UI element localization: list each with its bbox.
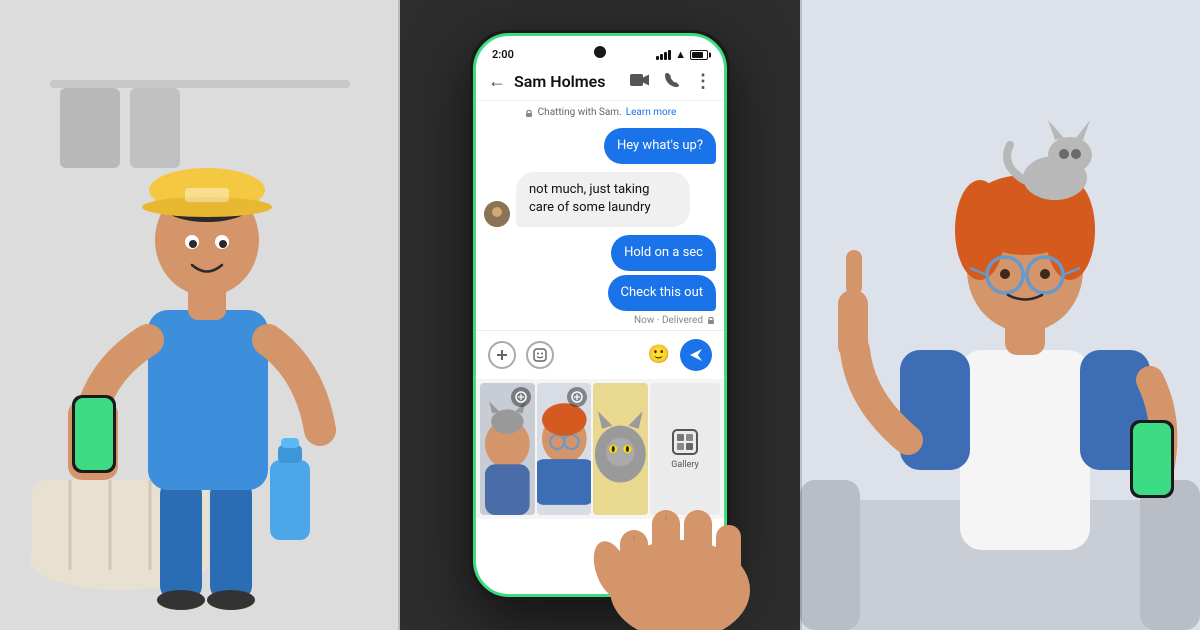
chat-header: ← Sam Holmes: [476, 65, 724, 101]
phone-screen: 2:00 ▲: [473, 33, 727, 597]
gallery-label: Gallery: [671, 460, 699, 470]
message-row-3: Hold on a sec: [484, 235, 716, 271]
add-attachment-icon[interactable]: [488, 341, 516, 369]
left-illustration: [0, 0, 400, 630]
gallery-thumb-1[interactable]: [480, 383, 535, 515]
gallery-strip: Gallery: [476, 379, 724, 519]
gallery-overlay-1: [511, 387, 531, 407]
status-icons: ▲: [656, 48, 708, 61]
send-button[interactable]: [680, 339, 712, 371]
emoji-icon[interactable]: 🙂: [648, 344, 670, 365]
phone-frame: 2:00 ▲: [470, 30, 730, 600]
wifi-icon: ▲: [675, 48, 686, 61]
more-options-icon[interactable]: ⋮: [694, 71, 712, 92]
message-row-1: Hey what's up?: [484, 128, 716, 164]
panel-left: [0, 0, 400, 630]
encryption-notice: Chatting with Sam. Learn more: [476, 101, 724, 124]
status-time: 2:00: [492, 48, 514, 61]
learn-more-link[interactable]: Learn more: [626, 107, 677, 118]
phone-call-icon[interactable]: [664, 72, 680, 92]
input-left-icons: [488, 341, 554, 369]
send-icon: [688, 347, 704, 363]
sticker-svg: [533, 348, 547, 362]
video-call-icon[interactable]: [630, 72, 650, 91]
panel-center: 2:00 ▲: [400, 0, 800, 630]
encryption-text: Chatting with Sam.: [538, 107, 622, 118]
back-button[interactable]: ←: [488, 71, 506, 92]
signal-icon: [656, 50, 671, 60]
signal-bar-3: [664, 52, 667, 60]
contact-avatar: [484, 201, 510, 227]
message-bubble-sent-2: Hold on a sec: [611, 235, 716, 271]
panel-right: [800, 0, 1200, 630]
phone-notch: [594, 46, 606, 58]
message-bubble-sent-3: Check this out: [608, 275, 716, 311]
header-icons: ⋮: [630, 71, 712, 92]
signal-bar-1: [656, 56, 659, 60]
lock-icon: [524, 108, 534, 118]
message-bubble-received-1: not much, just taking care of some laund…: [516, 172, 690, 226]
right-illustration: [800, 0, 1200, 630]
scene-container: 2:00 ▲: [0, 0, 1200, 630]
gallery-icon: [671, 428, 699, 456]
input-right-icons: 🙂: [648, 339, 712, 371]
signal-bar-2: [660, 54, 663, 60]
message-bubble-sent-1: Hey what's up?: [604, 128, 716, 164]
contact-name: Sam Holmes: [514, 72, 630, 91]
messages-list: Hey what's up? not much, just taking car…: [476, 124, 724, 330]
message-row-4: Check this out: [484, 275, 716, 311]
battery-fill: [692, 52, 703, 58]
signal-bar-4: [668, 50, 671, 60]
chat-input-area: 🙂: [476, 330, 724, 379]
gallery-thumb-2[interactable]: [537, 383, 592, 515]
delivered-lock-icon: [706, 315, 716, 325]
gallery-thumb-3[interactable]: [593, 383, 648, 515]
sticker-icon[interactable]: [526, 341, 554, 369]
gallery-item-icon[interactable]: Gallery: [650, 383, 720, 515]
plus-icon: [495, 348, 509, 362]
message-timestamp: Now · Delivered: [484, 315, 716, 326]
message-row-2: not much, just taking care of some laund…: [484, 172, 716, 226]
battery-icon: [690, 50, 708, 60]
right-divider: [800, 0, 802, 630]
left-divider: [398, 0, 400, 630]
